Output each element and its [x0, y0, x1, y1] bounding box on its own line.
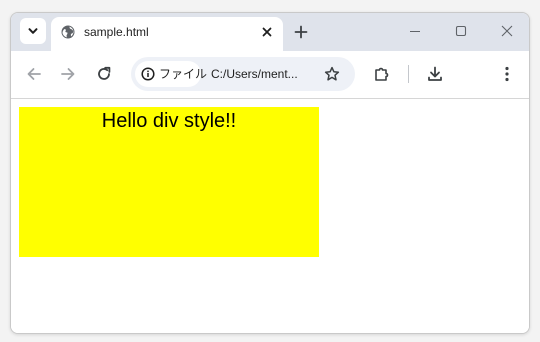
site-info-chip[interactable]: ファイル [135, 61, 207, 87]
chevron-down-icon [28, 28, 38, 34]
downloads-button[interactable] [424, 63, 446, 85]
plus-icon [294, 25, 308, 39]
maximize-icon [455, 25, 467, 37]
back-button[interactable] [23, 63, 45, 85]
tab-close-button[interactable] [258, 23, 276, 41]
toolbar-divider [408, 65, 409, 83]
reload-icon [98, 66, 111, 80]
minimize-icon [410, 30, 420, 33]
tab-active[interactable]: sample.html [51, 17, 283, 53]
star-icon [324, 66, 340, 81]
url-text[interactable]: C:/Users/ment... [211, 67, 298, 81]
page-viewport: Hello div style!! [11, 99, 529, 333]
reload-button[interactable] [93, 63, 115, 85]
info-icon [141, 67, 155, 81]
bookmark-button[interactable] [321, 63, 343, 85]
download-icon [428, 66, 442, 81]
puzzle-icon [375, 67, 389, 81]
styled-div-text: Hello div style!! [101, 110, 237, 132]
new-tab-button[interactable] [291, 22, 311, 42]
arrow-right-icon [61, 68, 75, 80]
kebab-menu-icon [505, 66, 509, 82]
browser-window: sample.html ファイル C:/Users/ment... Hello … [10, 12, 530, 334]
browser-toolbar: ファイル C:/Users/ment... [11, 51, 529, 99]
menu-button[interactable] [496, 63, 518, 85]
tab-strip: sample.html [11, 13, 529, 53]
tab-title: sample.html [84, 25, 149, 39]
tab-search-button[interactable] [20, 18, 46, 44]
globe-icon [61, 25, 75, 39]
minimize-button[interactable] [401, 19, 429, 43]
maximize-button[interactable] [447, 19, 475, 43]
arrow-left-icon [27, 68, 41, 80]
forward-button[interactable] [57, 63, 79, 85]
site-chip-label: ファイル [159, 67, 208, 81]
window-close-button[interactable] [493, 19, 521, 43]
styled-div: Hello div style!! [19, 107, 319, 257]
close-icon [262, 27, 272, 37]
extensions-button[interactable] [371, 63, 393, 85]
address-bar[interactable]: ファイル C:/Users/ment... [131, 57, 355, 91]
close-icon [501, 25, 513, 37]
